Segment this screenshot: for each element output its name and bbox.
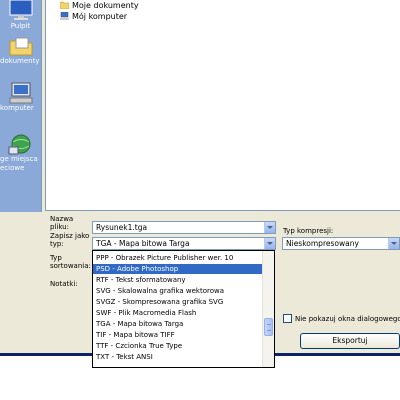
computer-icon <box>60 12 69 20</box>
file-type-dropdown-list[interactable]: PPP - Obrazek Picture Publisher wer. 10 … <box>92 250 275 368</box>
place-my-computer[interactable]: komputer <box>0 82 41 113</box>
dropdown-option[interactable]: TIF - Mapa bitowa TIFF <box>93 330 264 340</box>
file-item-my-documents[interactable]: Moje dokumenty <box>60 0 139 11</box>
filename-label-line2: pliku: <box>50 223 69 231</box>
place-my-documents-label: dokumenty <box>0 57 40 65</box>
place-network[interactable]: ge miejsca eciowe <box>0 133 41 173</box>
place-my-documents[interactable]: dokumenty <box>0 35 41 66</box>
place-my-computer-label: komputer <box>0 104 34 112</box>
dropdown-option[interactable]: SWF - Plik Macromedia Flash <box>93 308 264 318</box>
my-computer-icon <box>9 82 32 104</box>
my-documents-icon <box>9 37 32 56</box>
desktop-icon <box>9 0 32 20</box>
save-as-label-line2: typ: <box>50 240 64 248</box>
save-as-label-line1: Zapisz jako <box>50 232 90 240</box>
filename-combo[interactable]: Rysunek1.tga <box>92 221 276 234</box>
dropdown-option[interactable]: SVG - Skalowalna grafika wektorowa <box>93 286 264 296</box>
save-as-type-select[interactable]: TGA - Mapa bitowa Targa <box>92 237 276 250</box>
network-places-icon <box>8 134 30 155</box>
dropdown-option[interactable]: TXT - Tekst ANSI <box>93 352 264 362</box>
compression-label: Typ kompresji: <box>283 227 334 235</box>
filename-label-line1: Nazwa <box>50 215 74 223</box>
hide-dialog-checkbox[interactable] <box>283 314 292 323</box>
place-desktop-label: Pulpit <box>10 22 31 30</box>
dropdown-option[interactable]: TGA - Mapa bitowa Targa <box>93 319 264 329</box>
dropdown-scroll-thumb[interactable] <box>264 318 273 336</box>
dropdown-option-selected[interactable]: PSD - Adobe Photoshop <box>93 264 264 274</box>
compression-value: Nieskompresowany <box>286 239 359 248</box>
places-bar: Pulpit dokumenty komputer ge miejsca eci… <box>0 0 42 212</box>
filename-dropdown-button[interactable] <box>264 222 275 233</box>
folder-icon <box>60 1 69 9</box>
place-desktop[interactable]: Pulpit <box>0 0 41 31</box>
dropdown-option[interactable]: SVGZ - Skompresowana grafika SVG <box>93 297 264 307</box>
sort-label-line1: Typ <box>50 254 62 262</box>
place-network-label-line1: ge miejsca <box>0 155 38 163</box>
filename-input[interactable]: Rysunek1.tga <box>96 223 147 233</box>
compression-dropdown-button[interactable] <box>388 238 399 249</box>
sort-label-line2: sortowania: <box>50 262 91 270</box>
file-list[interactable]: Moje dokumenty Mój komputer <box>45 0 400 211</box>
dropdown-option[interactable]: TTF - Czcionka True Type <box>93 341 264 351</box>
file-item-label: Mój komputer <box>72 12 128 21</box>
hide-dialog-label: Nie pokazuj okna dialogowego f <box>295 315 400 323</box>
dropdown-option[interactable]: RTF - Tekst sformatowany <box>93 275 264 285</box>
compression-select[interactable]: Nieskompresowany <box>282 237 400 250</box>
dropdown-scrollbar[interactable] <box>262 251 274 367</box>
save-as-dropdown-button[interactable] <box>264 238 275 249</box>
export-button[interactable]: Eksportuj <box>300 333 400 349</box>
file-item-my-computer[interactable]: Mój komputer <box>60 11 127 22</box>
file-item-label: Moje dokumenty <box>72 1 139 10</box>
notes-label: Notatki: <box>50 280 78 288</box>
place-network-label-line2: eciowe <box>0 164 25 172</box>
dropdown-option[interactable]: PPP - Obrazek Picture Publisher wer. 10 <box>93 253 264 263</box>
save-as-type-value: TGA - Mapa bitowa Targa <box>96 239 190 248</box>
